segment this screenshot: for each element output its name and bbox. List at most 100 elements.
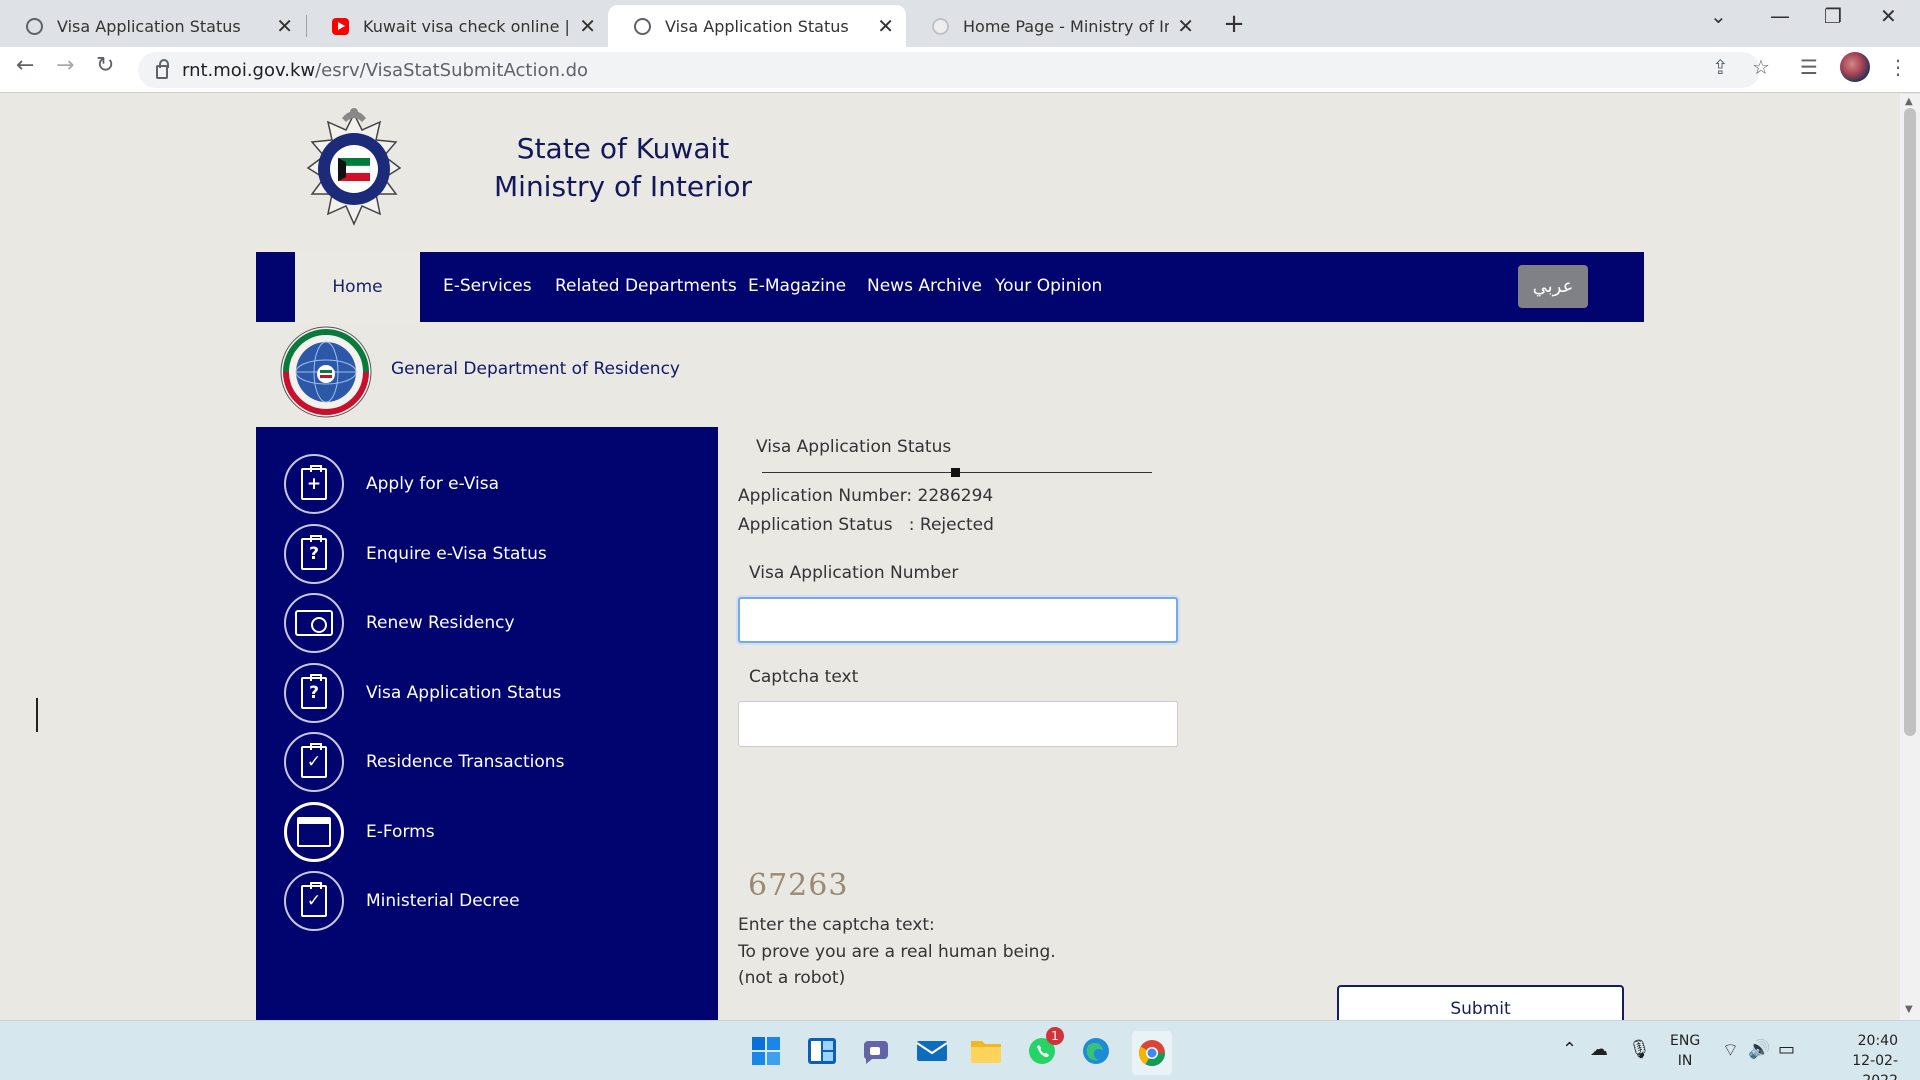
sidebar-item-label: Enquire e-Visa Status [366, 544, 547, 564]
tab-title: Visa Application Status [57, 16, 241, 36]
youtube-icon [332, 17, 349, 35]
close-icon[interactable]: ✕ [1177, 14, 1194, 38]
application-number-row: Application Number: 2286294 [738, 486, 993, 506]
visa-number-input[interactable] [738, 597, 1178, 643]
nav-your-opinion[interactable]: Your Opinion [995, 276, 1102, 296]
site-title-line1: State of Kuwait [516, 132, 730, 165]
address-bar[interactable]: rnt.moi.gov.kw/esrv/VisaStatSubmitAction… [138, 52, 1760, 88]
captcha-input[interactable] [738, 701, 1178, 747]
scroll-up-icon[interactable]: ▲ [1905, 96, 1913, 107]
close-icon[interactable]: ✕ [276, 14, 293, 38]
tab-moi-home[interactable]: Home Page - Ministry of Interior ✕ [906, 5, 1206, 47]
system-clock[interactable]: 20:40 12-02-2022 [1818, 1031, 1898, 1080]
sidebar-item-renew-residency[interactable]: Renew Residency [284, 593, 515, 653]
language-indicator[interactable]: ENG IN [1670, 1031, 1700, 1071]
submit-button[interactable]: Submit [1337, 985, 1624, 1020]
edge-icon[interactable] [1076, 1031, 1116, 1071]
widgets-icon[interactable] [802, 1031, 842, 1071]
department-banner: General Department of Residency [256, 322, 1644, 426]
sidebar-item-residence-transactions[interactable]: ✓ Residence Transactions [284, 732, 564, 792]
clock-time: 20:40 [1857, 1033, 1898, 1049]
decree-icon: ✓ [284, 871, 344, 931]
nav-emagazine[interactable]: E-Magazine [748, 276, 846, 296]
bookmark-star-icon[interactable]: ☆ [1752, 55, 1770, 79]
moi-icon [932, 17, 949, 35]
wifi-icon[interactable]: ⌔ [1722, 1039, 1739, 1062]
profile-avatar[interactable] [1840, 52, 1870, 82]
sidebar-item-eforms[interactable]: E-Forms [284, 802, 435, 862]
microphone-icon[interactable]: 🎙 [1628, 1039, 1651, 1060]
url-path: /esrv/VisaStatSubmitAction.do [315, 59, 589, 81]
language-region: IN [1677, 1053, 1693, 1069]
mail-icon[interactable] [912, 1031, 952, 1071]
captcha-instruction: Enter the captcha text: [738, 915, 935, 935]
reading-list-icon[interactable]: ☰ [1800, 55, 1818, 79]
page-scrollbar[interactable]: ▲ ▼ [1900, 94, 1920, 1020]
site-title-line2: Ministry of Interior [494, 170, 753, 203]
whatsapp-icon[interactable]: 1 [1022, 1027, 1064, 1071]
residency-department-logo [280, 326, 372, 418]
url-host: rnt.moi.gov.kw [182, 59, 316, 81]
share-icon[interactable]: ⇪ [1712, 55, 1729, 79]
nav-eservices[interactable]: E-Services [443, 276, 532, 296]
arabic-language-button[interactable]: عربي [1518, 265, 1588, 308]
form-title: Visa Application Status [756, 437, 952, 457]
transactions-icon: ✓ [284, 732, 344, 792]
application-number-label: Application Number [738, 486, 907, 506]
scrollbar-thumb[interactable] [1904, 108, 1916, 736]
visa-status-form: Visa Application Status Application Numb… [718, 427, 1644, 1020]
tab-visa-status-active[interactable]: Visa Application Status ✕ [608, 5, 906, 47]
site-header: State of Kuwait Ministry of Interior [256, 94, 1644, 252]
forward-icon[interactable]: → [56, 53, 74, 78]
sidebar-item-label: Ministerial Decree [366, 891, 520, 911]
battery-icon[interactable]: ▭ [1778, 1039, 1795, 1060]
onedrive-cloud-icon[interactable]: ☁ [1590, 1039, 1608, 1060]
title-divider-marker [951, 468, 960, 477]
services-sidebar: + Apply for e-Visa ? Enquire e-Visa Stat… [256, 427, 718, 1020]
visa-status-icon: ? [284, 663, 344, 723]
eforms-icon [284, 802, 344, 862]
tab-youtube[interactable]: Kuwait visa check online | Kuwait ✕ [306, 5, 608, 47]
close-icon[interactable]: ✕ [579, 14, 596, 38]
restore-icon[interactable]: ❐ [1824, 4, 1842, 28]
visa-number-label: Visa Application Number [749, 563, 959, 583]
chrome-icon[interactable] [1132, 1031, 1172, 1075]
sidebar-item-apply-evisa[interactable]: + Apply for e-Visa [284, 454, 499, 514]
teams-chat-icon[interactable] [856, 1031, 896, 1071]
volume-icon[interactable]: 🔊 [1748, 1039, 1770, 1060]
sidebar-item-visa-status[interactable]: ? Visa Application Status [284, 663, 561, 723]
file-explorer-icon[interactable] [966, 1031, 1006, 1071]
sidebar-item-label: Visa Application Status [366, 683, 562, 703]
label-colon: : [906, 486, 918, 506]
back-icon[interactable]: ← [16, 53, 34, 78]
nav-news-archive[interactable]: News Archive [867, 276, 982, 296]
tab-title: Home Page - Ministry of Interior [963, 16, 1170, 36]
browser-chrome: Visa Application Status ✕ Kuwait visa ch… [0, 0, 1920, 93]
scroll-down-icon[interactable]: ▼ [1905, 1004, 1913, 1015]
close-icon[interactable]: ✕ [877, 14, 894, 38]
close-window-icon[interactable]: ✕ [1880, 4, 1897, 28]
tab-visa-status-1[interactable]: Visa Application Status ✕ [0, 5, 305, 47]
application-number-value: 2286294 [917, 486, 994, 506]
site-title: State of Kuwait Ministry of Interior [494, 130, 752, 206]
globe-icon [26, 17, 43, 35]
residency-card-icon [284, 593, 344, 653]
lock-icon[interactable] [156, 59, 169, 79]
tab-search-icon[interactable]: ⌄ [1710, 4, 1727, 28]
department-name: General Department of Residency [391, 359, 680, 379]
sidebar-item-enquire-status[interactable]: ? Enquire e-Visa Status [284, 524, 547, 584]
sidebar-item-ministerial-decree[interactable]: ✓ Ministerial Decree [284, 871, 520, 931]
reload-icon[interactable]: ↻ [96, 53, 114, 78]
label-colon: : [892, 515, 920, 535]
nav-home[interactable]: Home [295, 252, 420, 322]
nav-related-departments[interactable]: Related Departments [555, 276, 737, 296]
language-code: ENG [1670, 1033, 1701, 1049]
main-nav: Home E-Services Related Departments E-Ma… [256, 252, 1644, 322]
page-viewport: State of Kuwait Ministry of Interior Hom… [0, 94, 1900, 1020]
minimize-icon[interactable]: — [1770, 4, 1790, 28]
windows-start-icon[interactable] [746, 1031, 786, 1071]
new-tab-button[interactable]: + [1216, 6, 1252, 42]
menu-kebab-icon[interactable]: ⋮ [1888, 55, 1908, 79]
chevron-up-icon[interactable]: ⌃ [1562, 1039, 1577, 1060]
captcha-label: Captcha text [749, 667, 859, 687]
